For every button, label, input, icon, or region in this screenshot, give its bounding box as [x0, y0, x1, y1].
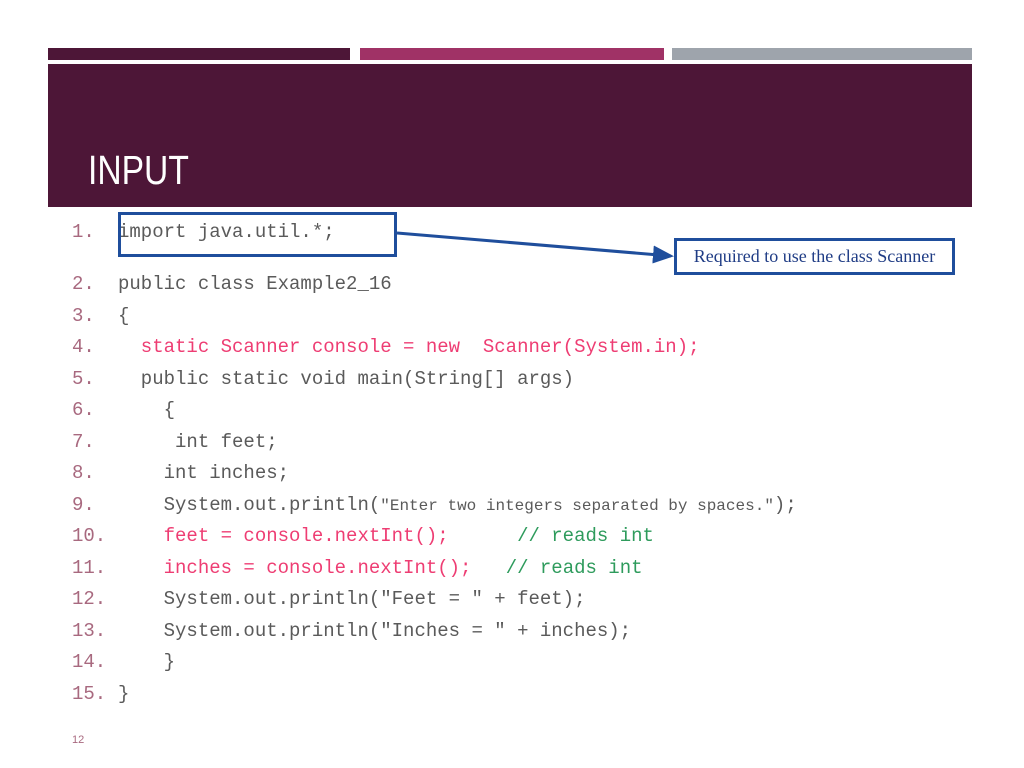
code-line: 8. int inches;	[72, 458, 972, 490]
line-number: 14.	[72, 651, 107, 673]
line-number: 3.	[72, 304, 95, 327]
code-line-text: static Scanner console = new Scanner(Sys…	[118, 336, 700, 358]
top-bar-gray	[672, 48, 972, 60]
code-token: public class Example2_16	[118, 273, 392, 295]
code-line-text: int inches;	[118, 462, 289, 484]
callout-text: Required to use the class Scanner	[693, 246, 936, 266]
code-token: int feet;	[118, 430, 278, 453]
line-number: 6.	[72, 399, 95, 421]
code-token: // reads int	[505, 556, 643, 579]
code-line: 14. }	[72, 647, 972, 679]
code-token: // reads int	[517, 525, 654, 547]
line-number: 15.	[72, 682, 107, 705]
code-line-text: System.out.println("Enter two integers s…	[118, 494, 797, 516]
line-number: 9.	[72, 493, 95, 516]
code-token: public static void main(String[] args)	[118, 367, 575, 390]
page-number: 12	[72, 734, 85, 746]
line-number: 2.	[72, 273, 95, 295]
code-line-text: {	[118, 305, 129, 327]
code-line: 3. {	[72, 301, 972, 333]
line-number: 10.	[72, 525, 107, 547]
code-token: System.out.println("Feet = " + feet);	[118, 588, 586, 610]
code-token: System.out.println(	[118, 493, 381, 516]
line-number: 13.	[72, 619, 107, 642]
code-token: feet = console.nextInt();	[118, 525, 449, 547]
code-token: {	[118, 399, 176, 421]
code-line: 6. {	[72, 395, 972, 427]
code-token: inches = console.nextInt();	[118, 556, 472, 579]
line-number: 12.	[72, 588, 107, 610]
code-line: 4. static Scanner console = new Scanner(…	[72, 332, 972, 364]
code-token: );	[773, 493, 797, 516]
line-number: 4.	[72, 336, 95, 358]
code-line-text: System.out.println("Inches = " + inches)…	[118, 619, 632, 642]
code-line-text: }	[118, 683, 129, 705]
code-line-text: public class Example2_16	[118, 273, 392, 295]
code-line: 9. System.out.println("Enter two integer…	[72, 490, 972, 522]
code-line-text: System.out.println("Feet = " + feet);	[118, 588, 586, 610]
code-line-text: public static void main(String[] args)	[118, 368, 574, 390]
code-token: System.out.println("Inches = " + inches)…	[118, 619, 632, 642]
callout-box: Required to use the class Scanner	[674, 238, 955, 275]
code-line: 11. inches = console.nextInt(); // reads…	[72, 553, 972, 585]
code-line-text: inches = console.nextInt(); // reads int	[118, 557, 643, 579]
code-line-text: feet = console.nextInt(); // reads int	[118, 525, 654, 547]
page-title: INPUT	[88, 147, 189, 193]
line-number: 11.	[72, 556, 107, 579]
code-token: int inches;	[118, 462, 290, 484]
code-line-text: {	[118, 399, 175, 421]
code-token: "Enter two integers separated by spaces.…	[380, 496, 774, 515]
code-line: 5. public static void main(String[] args…	[72, 364, 972, 396]
code-line-text: }	[118, 651, 175, 673]
code-line: 10. feet = console.nextInt(); // reads i…	[72, 521, 972, 553]
title-banner: INPUT	[48, 64, 972, 207]
code-line: 13. System.out.println("Inches = " + inc…	[72, 616, 972, 648]
top-bar-accent	[360, 48, 664, 60]
top-bar-dark	[48, 48, 350, 60]
code-line: 15.}	[72, 679, 972, 711]
code-token: static Scanner console = new Scanner(Sys…	[118, 336, 700, 358]
import-highlight-box	[118, 212, 397, 257]
code-token: }	[118, 682, 130, 705]
code-listing: 1. import java.util.*; 2. public class Exa…	[72, 208, 972, 710]
line-number: 1.	[72, 221, 95, 243]
code-line: 7. int feet;	[72, 427, 972, 459]
line-number: 8.	[72, 462, 95, 484]
code-token: {	[118, 304, 130, 327]
line-number: 7.	[72, 430, 95, 453]
code-token: }	[118, 651, 176, 673]
line-number: 5.	[72, 367, 95, 390]
top-accent-bars	[0, 0, 1024, 62]
code-line: 12. System.out.println("Feet = " + feet)…	[72, 584, 972, 616]
code-line-text: int feet;	[118, 431, 278, 453]
